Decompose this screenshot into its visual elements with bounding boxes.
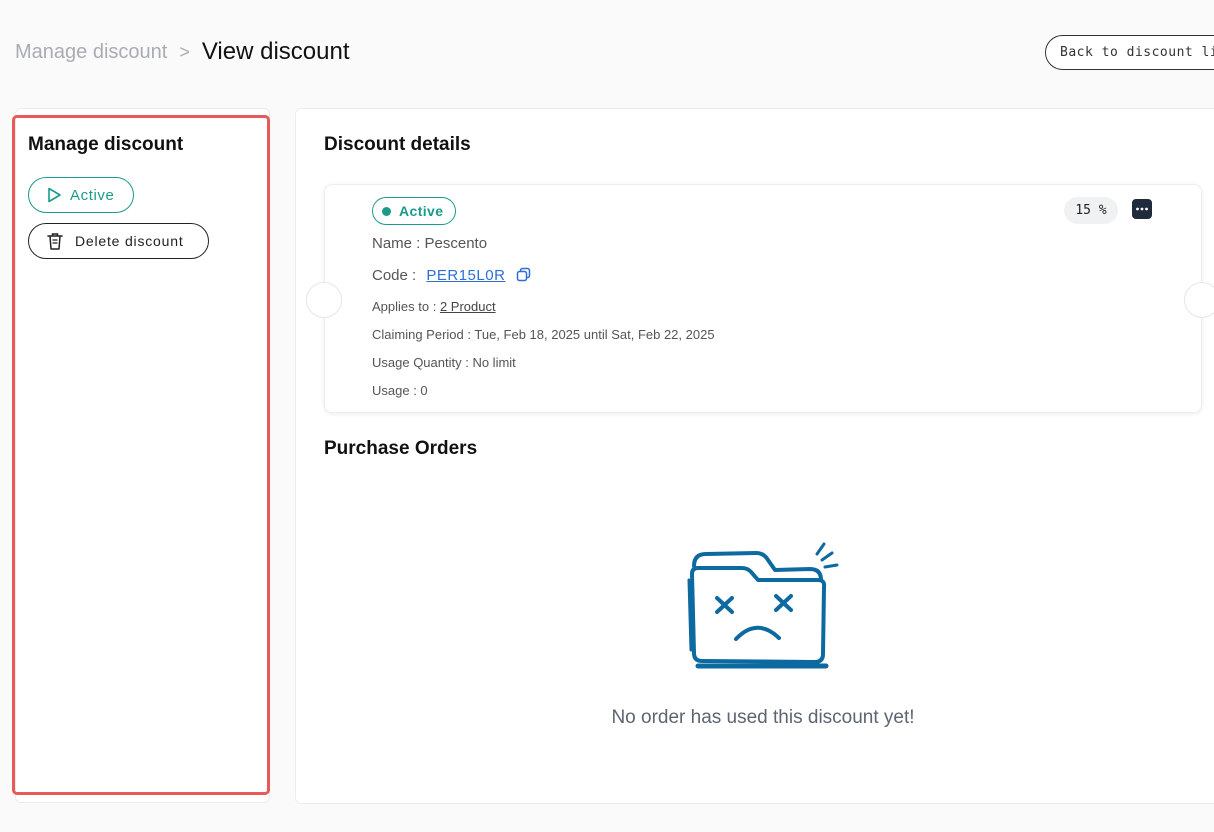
back-to-discount-list-button[interactable]: Back to discount list (1045, 35, 1214, 70)
usage-value: 0 (420, 383, 428, 398)
delete-discount-button[interactable]: Delete discount (28, 223, 209, 259)
sad-folder-icon (687, 542, 839, 669)
purchase-orders-title: Purchase Orders (324, 438, 478, 459)
breadcrumb: Manage discount > View discount (15, 36, 1214, 68)
delete-button-label: Delete discount (75, 233, 184, 249)
status-badge: Active (372, 197, 456, 225)
name-row: Name : Pescento (372, 235, 487, 252)
claiming-period-row: Claiming Period : Tue, Feb 18, 2025 unti… (372, 327, 715, 342)
status-label: Active (399, 203, 444, 219)
play-icon (48, 187, 61, 203)
ticket-notch-right (1184, 282, 1214, 318)
status-dot-icon (382, 206, 391, 216)
name-label: Name : (372, 235, 425, 252)
usage-quantity-value: No limit (472, 355, 516, 370)
breadcrumb-separator: > (179, 41, 190, 62)
ticket-notch-left (306, 282, 342, 318)
usage-label: Usage : (372, 383, 421, 398)
discount-percent-badge: 15 % (1064, 197, 1118, 224)
breadcrumb-manage-discount-link[interactable]: Manage discount (15, 41, 167, 64)
usage-quantity-row: Usage Quantity : No limit (372, 355, 516, 370)
claiming-period-label: Claiming Period : (372, 327, 475, 342)
code-label: Code : (372, 267, 421, 284)
applies-to-row: Applies to : 2 Product (372, 299, 496, 314)
sidebar-title: Manage discount (28, 134, 184, 155)
trash-icon (47, 233, 63, 250)
code-row: Code : PER15L0R (372, 267, 531, 284)
empty-orders-message: No order has used this discount yet! (611, 707, 915, 728)
discount-details-title: Discount details (324, 134, 471, 155)
active-toggle-button[interactable]: Active (28, 177, 134, 213)
usage-quantity-label: Usage Quantity : (372, 355, 473, 370)
usage-row: Usage : 0 (372, 383, 428, 398)
page-title: View discount (201, 38, 350, 65)
more-options-button[interactable] (1132, 199, 1152, 219)
applies-to-label: Applies to : (372, 299, 440, 314)
ellipsis-icon (1136, 207, 1148, 211)
name-value: Pescento (424, 235, 488, 252)
active-button-label: Active (70, 186, 115, 204)
claiming-period-value: Tue, Feb 18, 2025 until Sat, Feb 22, 202… (474, 327, 715, 342)
applies-to-products-link[interactable]: 2 Product (440, 299, 496, 314)
discount-code-link[interactable]: PER15L0R (426, 267, 505, 284)
copy-icon[interactable] (516, 267, 531, 282)
